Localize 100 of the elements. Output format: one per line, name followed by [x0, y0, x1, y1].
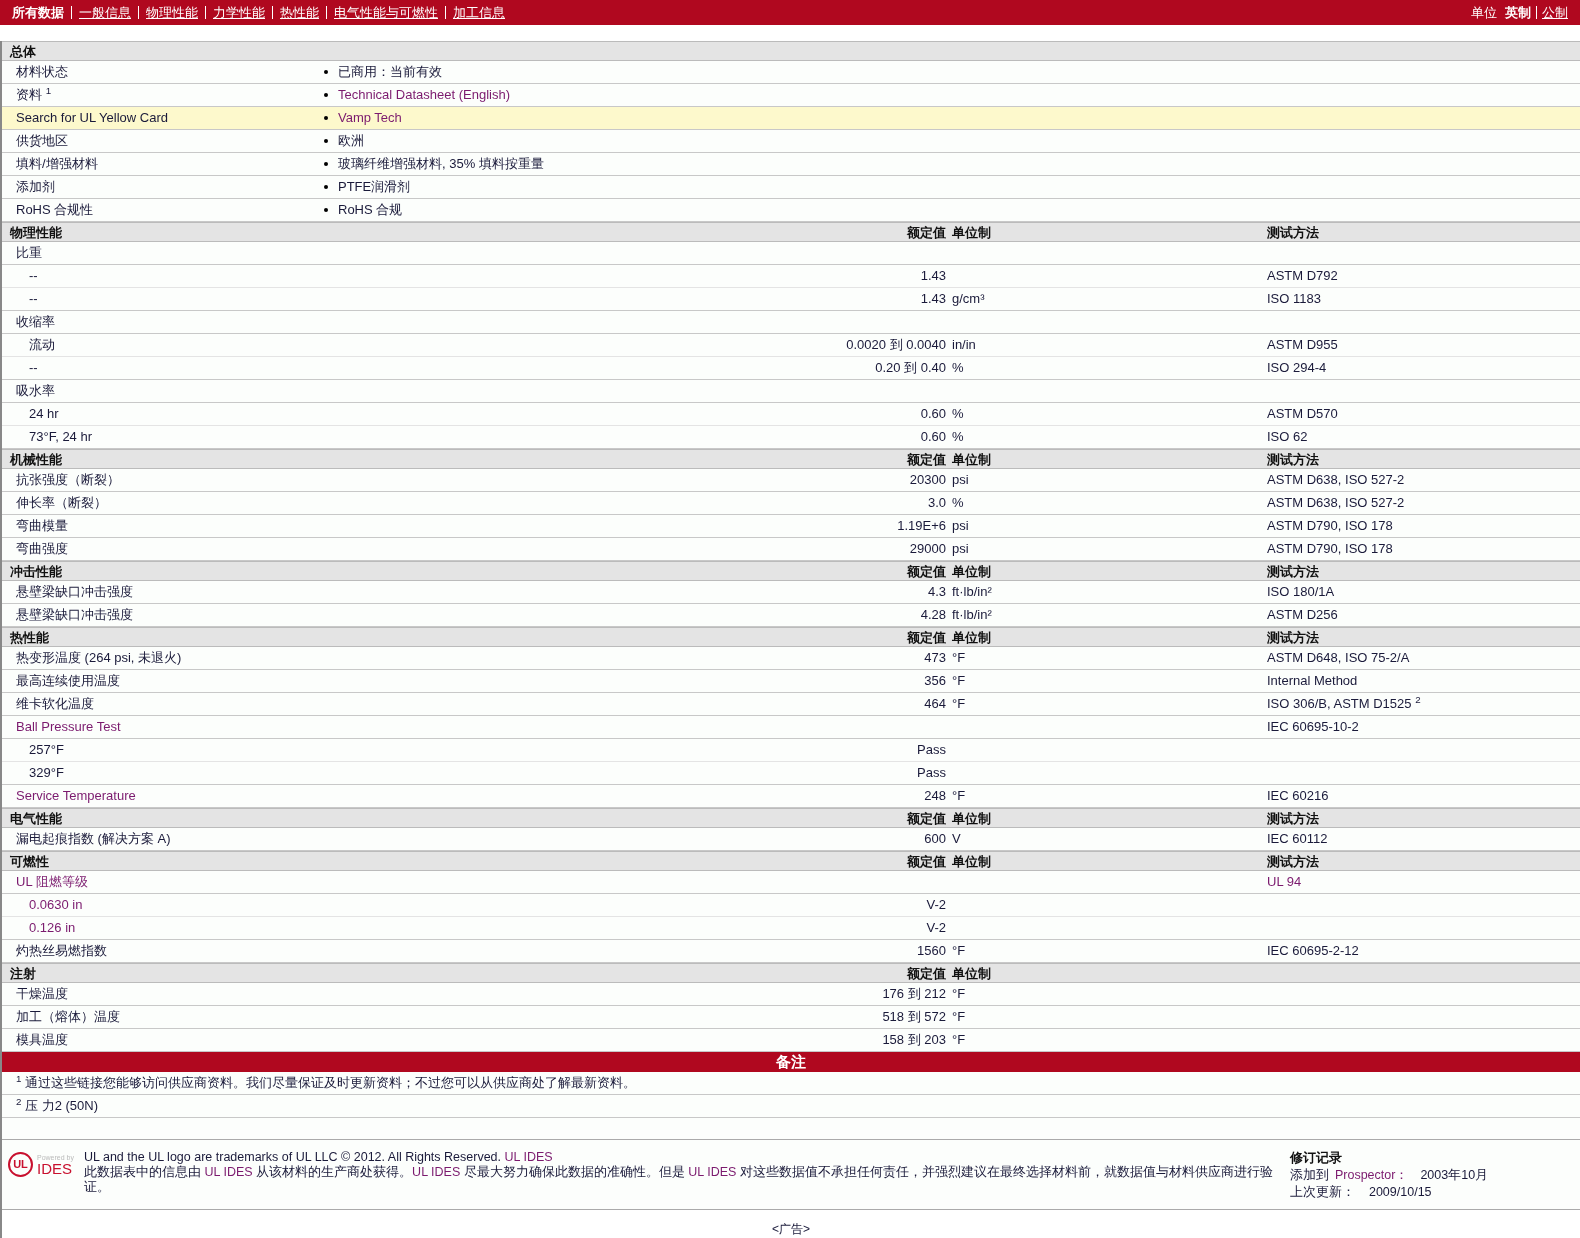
- property-link[interactable]: Service Temperature: [2, 786, 831, 806]
- nav-tab[interactable]: 所有数据: [12, 2, 64, 23]
- property-label: 伸长率（断裂）: [15, 494, 108, 513]
- property-label: 干燥温度: [15, 985, 69, 1004]
- property-unit: %: [951, 359, 965, 378]
- test-method: ASTM D790, ISO 178: [1267, 517, 1394, 536]
- property-label: --: [28, 359, 39, 378]
- ul-logo: UL: [8, 1152, 33, 1177]
- nav-tab[interactable]: 热性能: [272, 6, 319, 19]
- section-title: 冲击性能: [9, 563, 63, 581]
- test-method: IEC 60216: [1267, 787, 1330, 806]
- test-method: ISO 294-4: [1267, 359, 1328, 378]
- ul-ides-link[interactable]: UL IDES: [412, 1165, 461, 1179]
- property-link[interactable]: UL 阻燃等级: [2, 872, 831, 892]
- property-value: 158 到 203: [881, 1031, 947, 1050]
- ul-ides-link[interactable]: UL IDES: [688, 1165, 737, 1179]
- property-value: 3.0: [926, 494, 947, 513]
- bullet-icon: [324, 162, 328, 166]
- property-value: 1.19E+6: [896, 517, 947, 536]
- test-method: ASTM D955: [1267, 336, 1339, 355]
- field-label: 填料/增强材料: [15, 155, 99, 174]
- nav-tab[interactable]: 力学性能: [205, 6, 265, 19]
- column-heading: 额定值: [906, 224, 947, 242]
- column-heading: 测试方法: [1267, 629, 1320, 647]
- column-heading: 单位制: [951, 563, 992, 581]
- property-link[interactable]: Ball Pressure Test: [2, 717, 831, 737]
- property-label: --: [28, 290, 39, 309]
- units-label: 单位: [1471, 3, 1497, 22]
- test-method: IEC 60695-2-12: [1267, 942, 1360, 961]
- added-date: 2003年10月: [1420, 1167, 1489, 1184]
- test-method: ASTM D792: [1267, 267, 1339, 286]
- property-unit: °F: [951, 649, 967, 668]
- updated-label: 上次更新：: [1289, 1184, 1355, 1201]
- section-title: 可燃性: [9, 853, 50, 871]
- bullet-icon: [324, 93, 328, 97]
- test-method: ASTM D256: [1267, 606, 1339, 625]
- test-method: ASTM D790, ISO 178: [1267, 540, 1394, 559]
- property-label: 悬壁梁缺口冲击强度: [15, 583, 134, 602]
- column-heading: 额定值: [906, 451, 947, 469]
- column-heading: 单位制: [951, 629, 992, 647]
- column-heading: 单位制: [951, 810, 992, 828]
- nav-tab[interactable]: 物理性能: [138, 6, 198, 19]
- field-label: 材料状态: [15, 63, 69, 82]
- test-method: ISO 1183: [1267, 290, 1322, 309]
- field-value: 玻璃纤维增强材料, 35% 填料按重量: [338, 155, 544, 174]
- property-unit: %: [951, 428, 965, 447]
- property-value: 464: [923, 695, 947, 714]
- column-heading: 测试方法: [1267, 810, 1320, 828]
- property-label: 抗张强度（断裂）: [15, 471, 121, 490]
- property-value: 0.60: [919, 428, 947, 447]
- column-heading: 单位制: [951, 853, 992, 871]
- value-link[interactable]: Vamp Tech: [338, 108, 402, 128]
- test-method-link[interactable]: UL 94: [1267, 872, 1580, 892]
- nav-tab[interactable]: 加工信息: [445, 6, 505, 19]
- property-label: 吸水率: [15, 382, 56, 401]
- unit-option[interactable]: 公制: [1536, 6, 1568, 19]
- updated-date: 2009/10/15: [1368, 1184, 1432, 1201]
- field-label: 添加剂: [15, 178, 56, 197]
- ul-ides-link[interactable]: UL IDES: [504, 1150, 553, 1164]
- property-value: V-2: [925, 896, 947, 915]
- test-method: IEC 60695-10-2: [1267, 718, 1360, 737]
- column-heading: 单位制: [951, 965, 992, 983]
- property-value: 1.43: [919, 290, 947, 309]
- value-link[interactable]: Technical Datasheet (English): [338, 85, 510, 105]
- property-value: 29000: [908, 540, 947, 559]
- property-label: 模具温度: [15, 1031, 69, 1050]
- field-value: 欧洲: [338, 132, 364, 151]
- disclaimer-text: 此数据表中的信息由 UL IDES 从该材料的生产商处获得。UL IDES 尽最大努力确保此数据的准确性。但是 UL IDES 对这些数据值不承担任何责任，并强烈建议在最终选择材料前，就数据值与材料供应商进行验证。: [83, 1165, 1274, 1195]
- trademark-notice: UL and the UL logo are trademarks of UL LLC © 2012. All Rights Reserved. UL IDES: [83, 1150, 554, 1165]
- property-value: 518 到 572: [881, 1008, 947, 1027]
- section-title: 热性能: [9, 629, 50, 647]
- bullet-icon: [324, 116, 328, 120]
- nav-tab[interactable]: 一般信息: [71, 6, 131, 19]
- property-unit: °F: [951, 695, 967, 714]
- field-value: PTFE润滑剂: [338, 178, 411, 197]
- property-value: 1560: [916, 942, 947, 961]
- property-link[interactable]: 0.0630 in: [2, 895, 831, 915]
- property-label: 热变形温度 (264 psi, 未退火): [15, 649, 183, 668]
- bullet-icon: [324, 70, 328, 74]
- column-heading: 额定值: [906, 563, 947, 581]
- test-method: ASTM D570: [1267, 405, 1339, 424]
- section-title: 电气性能: [9, 810, 63, 828]
- prospector-link[interactable]: Prospector：: [1334, 1167, 1409, 1184]
- bullet-icon: [324, 185, 328, 189]
- property-link[interactable]: 0.126 in: [2, 918, 831, 938]
- property-label: 漏电起痕指数 (解决方案 A): [15, 830, 172, 849]
- property-unit: V: [951, 830, 962, 849]
- ad-label: <广告>: [772, 1221, 810, 1238]
- nav-tab[interactable]: 电气性能与可燃性: [326, 6, 438, 19]
- property-label: 收缩率: [15, 313, 56, 332]
- property-label: 灼热丝易燃指数: [15, 942, 108, 961]
- property-value: 600: [923, 830, 947, 849]
- unit-option[interactable]: 英制: [1505, 2, 1531, 23]
- property-label: 比重: [15, 244, 43, 263]
- property-label: 329°F: [28, 764, 65, 783]
- property-label: 加工（熔体）温度: [15, 1008, 121, 1027]
- test-method: ASTM D638, ISO 527-2: [1267, 494, 1406, 513]
- test-method: ISO 306/B, ASTM D1525 $^{2}$: [1267, 694, 1422, 714]
- ul-ides-link[interactable]: UL IDES: [204, 1165, 253, 1179]
- property-unit: g/cm³: [951, 290, 986, 309]
